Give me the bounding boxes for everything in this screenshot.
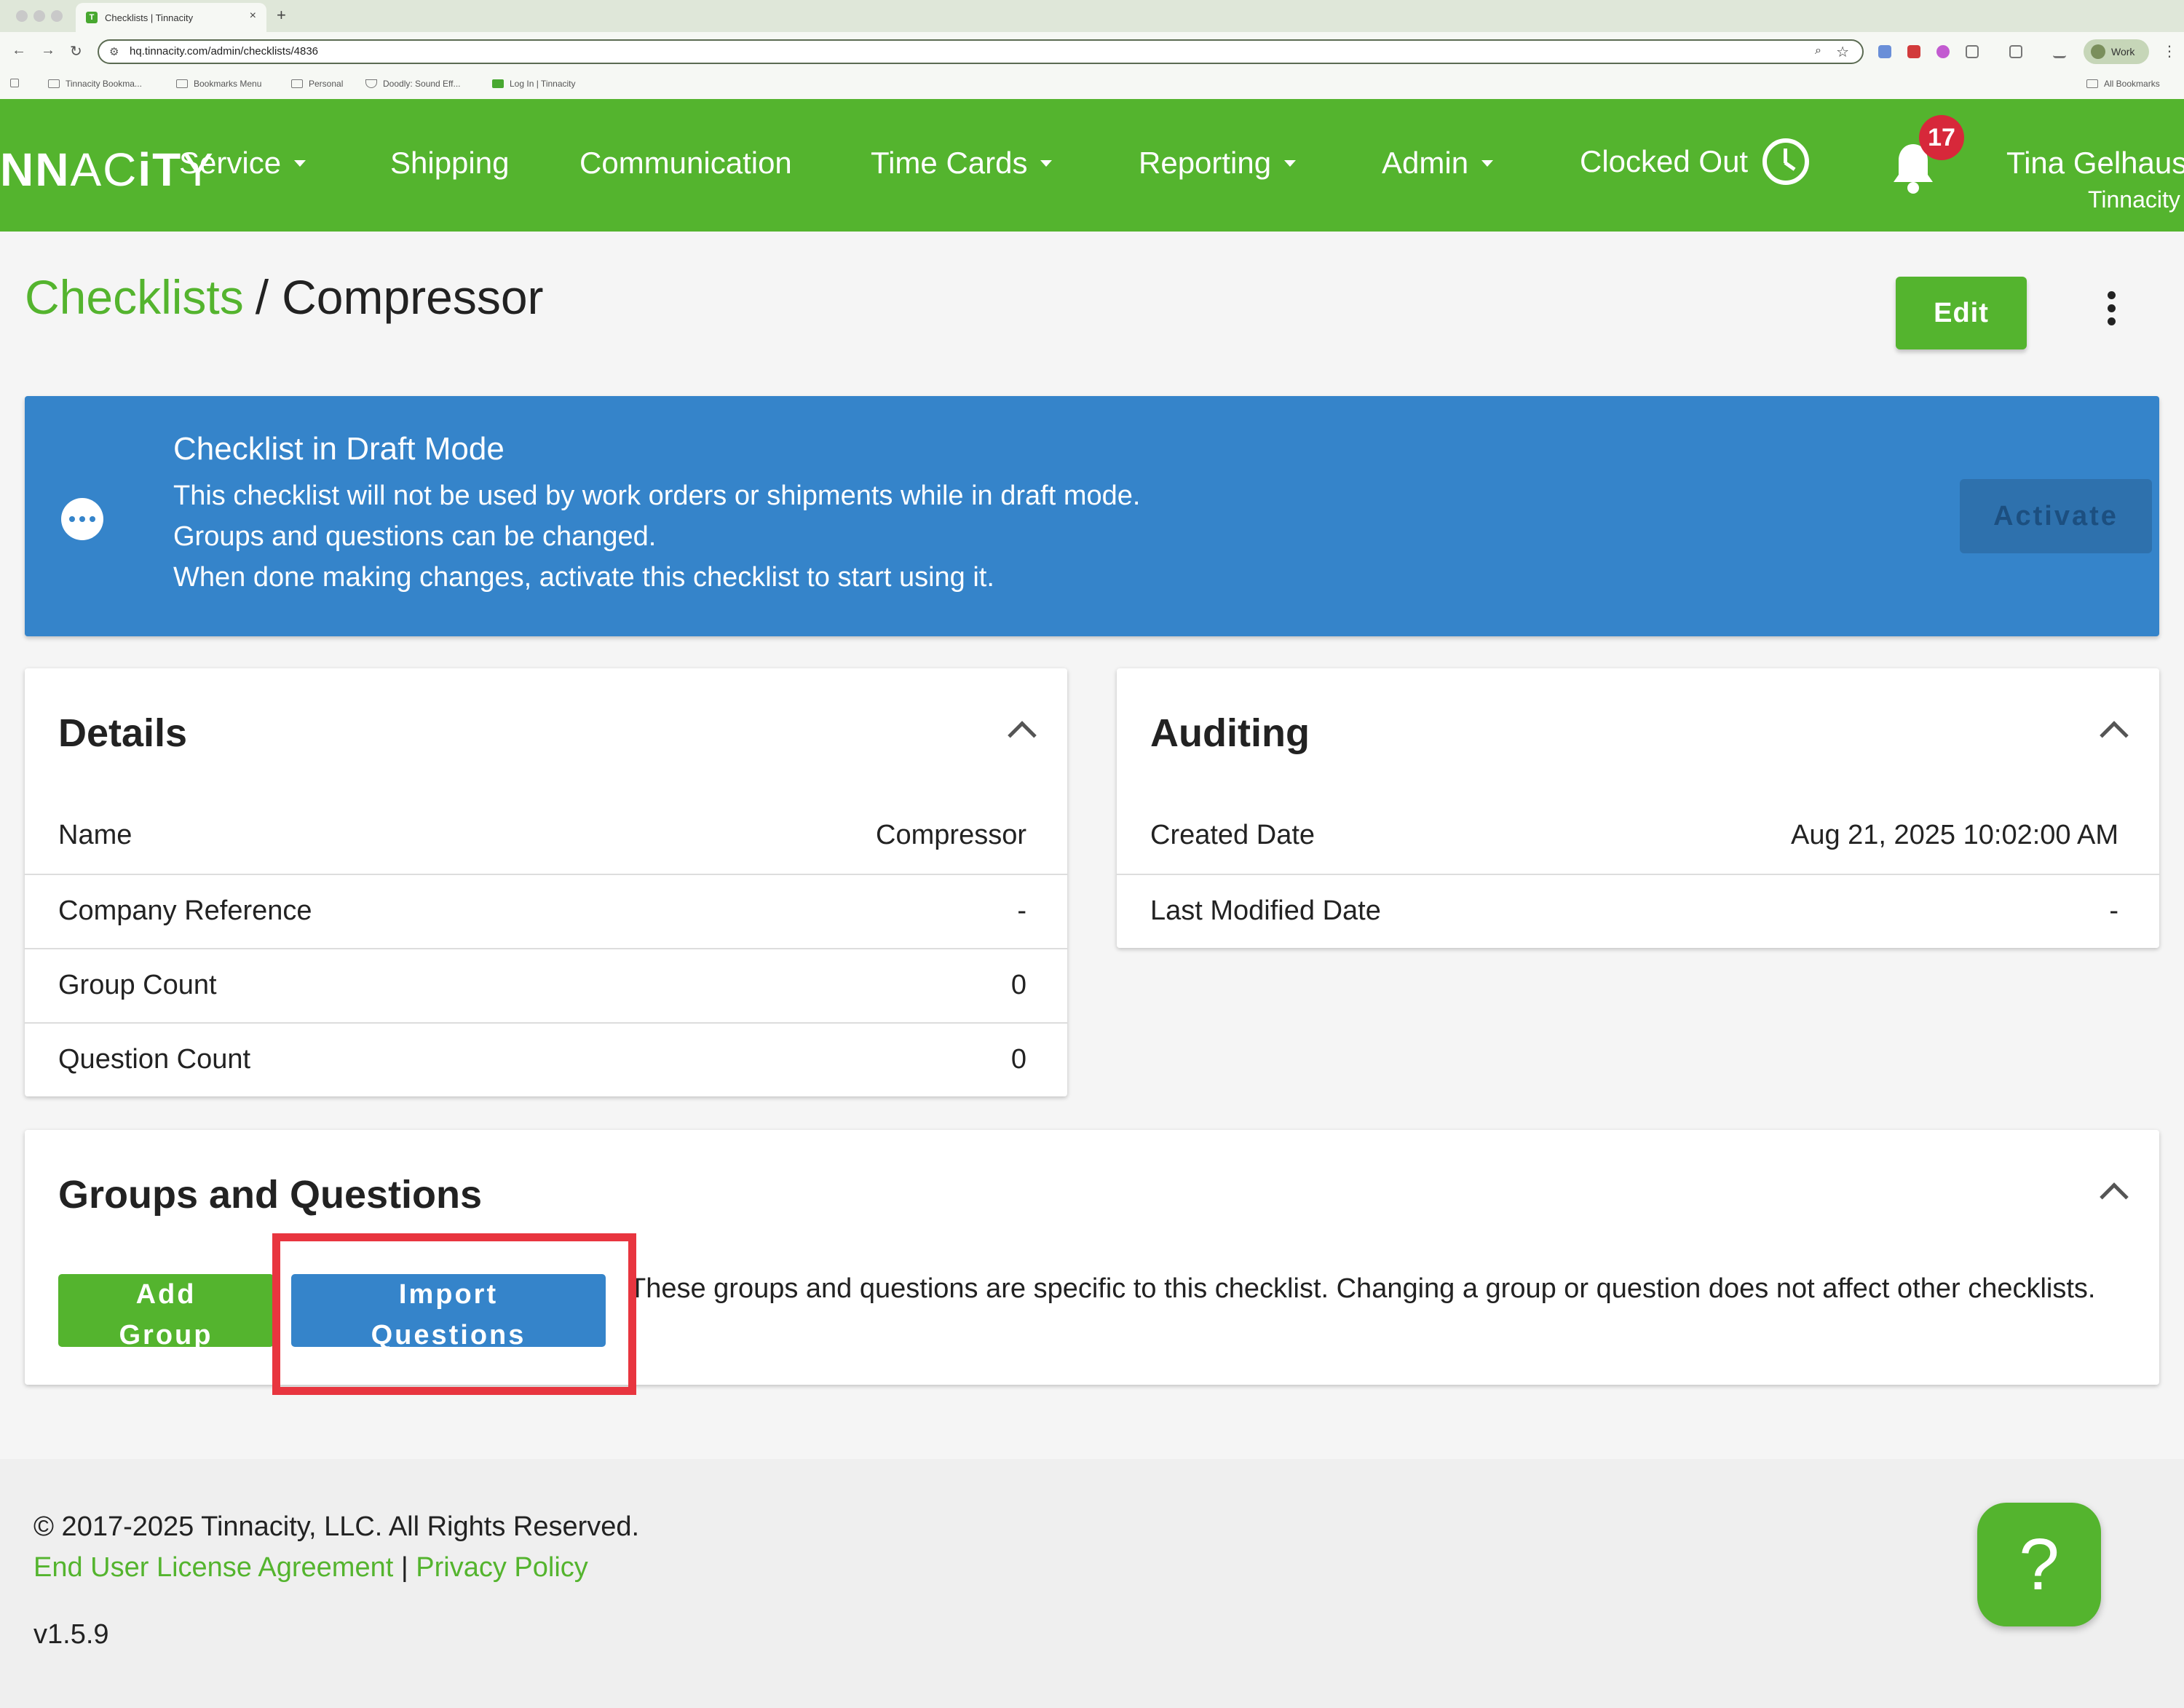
all-bookmarks[interactable]: All Bookmarks: [2086, 79, 2160, 89]
address-bar[interactable]: ⚙ hq.tinnacity.com/admin/checklists/4836…: [98, 39, 1864, 64]
audit-row-last-modified-date: Last Modified Date -: [1117, 874, 2159, 948]
folder-icon: [48, 79, 60, 88]
bookmarks-bar: Tinnacity Bookma... Bookmarks Menu Perso…: [0, 70, 2184, 99]
auditing-card: Auditing Created Date Aug 21, 2025 10:02…: [1117, 668, 2159, 948]
profile-avatar: [2091, 44, 2105, 59]
privacy-policy-link[interactable]: Privacy Policy: [416, 1552, 588, 1583]
tab-title: Checklists | Tinnacity: [105, 12, 194, 23]
window-minimize-dot[interactable]: [33, 10, 45, 22]
audit-row-created-date: Created Date Aug 21, 2025 10:02:00 AM: [1150, 820, 2118, 850]
version-text: v1.5.9: [33, 1619, 109, 1650]
legal-separator: |: [400, 1552, 408, 1583]
tinnacity-favicon-icon: T: [86, 12, 98, 23]
bookmark-folder[interactable]: Tinnacity Bookma...: [48, 79, 142, 89]
groups-questions-title: Groups and Questions: [58, 1173, 483, 1217]
bookmark-link[interactable]: Log In | Tinnacity: [492, 79, 576, 89]
download-icon[interactable]: [2053, 45, 2066, 58]
browser-tab[interactable]: T Checklists | Tinnacity ×: [76, 3, 266, 32]
legal-links: End User License Agreement | Privacy Pol…: [33, 1552, 588, 1584]
bookmark-folder[interactable]: Bookmarks Menu: [176, 79, 261, 89]
help-question-icon[interactable]: ?: [1977, 1503, 2101, 1626]
browser-toolbar: ← → ↻ ⚙ hq.tinnacity.com/admin/checklist…: [0, 32, 2184, 70]
notification-count-badge[interactable]: 17: [1919, 115, 1964, 160]
new-tab-button[interactable]: +: [277, 6, 286, 25]
auditing-title: Auditing: [1150, 711, 1310, 755]
detail-row-question-count: Question Count 0: [25, 1022, 1067, 1096]
bookmark-folder[interactable]: Personal: [291, 79, 343, 89]
extensions-puzzle-icon[interactable]: [1966, 45, 1979, 58]
extension-3-icon[interactable]: [1936, 45, 1950, 58]
folder-icon: [176, 79, 188, 88]
extension-1-icon[interactable]: [1878, 45, 1891, 58]
details-title: Details: [58, 711, 188, 755]
folder-icon: [291, 79, 303, 88]
zoom-icon[interactable]: ⌕: [1815, 44, 1821, 58]
window-close-dot[interactable]: [16, 10, 28, 22]
details-card: Details Name Compressor Company Referenc…: [25, 668, 1067, 1096]
profile-chip[interactable]: Work: [2084, 39, 2149, 64]
nav-time-cards[interactable]: Time Cards: [871, 146, 1053, 181]
folder-icon: [2086, 79, 2098, 88]
bookmark-link[interactable]: Doodly: Sound Eff...: [365, 79, 461, 89]
address-url[interactable]: hq.tinnacity.com/admin/checklists/4836: [130, 45, 318, 58]
groups-description: These groups and questions are specific …: [629, 1273, 2096, 1304]
user-company: Tinnacity: [2088, 186, 2180, 213]
back-arrow-icon[interactable]: ←: [12, 42, 26, 59]
apps-grid-icon[interactable]: [10, 79, 25, 87]
user-name[interactable]: Tina Gelhaus: [2006, 146, 2184, 181]
banner-text-line: When done making changes, activate this …: [173, 562, 994, 593]
browser-menu-icon[interactable]: ⋮: [2162, 42, 2177, 60]
caret-down-icon: [1284, 159, 1297, 167]
activate-button[interactable]: Activate: [1960, 479, 2152, 553]
collapse-chevron-up-icon[interactable]: [2100, 1182, 2129, 1211]
extension-2-icon[interactable]: [1907, 45, 1920, 58]
clock-icon: [1762, 138, 1810, 185]
page-title: Compressor: [282, 270, 544, 324]
banner-title: Checklist in Draft Mode: [173, 431, 505, 467]
nav-shipping[interactable]: Shipping: [390, 146, 509, 181]
forward-arrow-icon[interactable]: →: [41, 42, 55, 59]
clocked-out-status[interactable]: Clocked Out: [1580, 138, 1810, 185]
side-panel-icon[interactable]: [2009, 45, 2022, 58]
profile-label: Work: [2111, 46, 2135, 58]
nav-admin[interactable]: Admin: [1382, 146, 1494, 181]
detail-row-group-count: Group Count 0: [25, 948, 1067, 1022]
eula-link[interactable]: End User License Agreement: [33, 1552, 393, 1583]
more-horizontal-icon: [61, 498, 103, 540]
nav-communication[interactable]: Communication: [579, 146, 792, 181]
browser-tab-strip: T Checklists | Tinnacity × +: [0, 0, 2184, 32]
app-header: NNACiTY Service Shipping Communication T…: [0, 99, 2184, 232]
breadcrumb: Checklists / Compressor: [25, 269, 544, 325]
caret-down-icon: [1040, 159, 1053, 167]
caret-down-icon: [1481, 159, 1494, 167]
add-group-button[interactable]: Add Group: [58, 1274, 274, 1351]
reload-icon[interactable]: ↻: [70, 42, 82, 60]
edit-button[interactable]: Edit: [1896, 277, 2027, 349]
collapse-chevron-up-icon[interactable]: [1008, 721, 1037, 750]
copyright-text: © 2017-2025 Tinnacity, LLC. All Rights R…: [33, 1511, 640, 1542]
banner-text-line: This checklist will not be used by work …: [173, 481, 1141, 511]
banner-text-line: Groups and questions can be changed.: [173, 521, 657, 552]
collapse-chevron-up-icon[interactable]: [2100, 721, 2129, 750]
window-maximize-dot[interactable]: [51, 10, 63, 22]
detail-row-name: Name Compressor: [58, 820, 1026, 850]
draft-mode-banner: Checklist in Draft Mode This checklist w…: [25, 396, 2159, 636]
caret-down-icon: [294, 159, 306, 167]
more-options-icon[interactable]: [2097, 291, 2126, 335]
breadcrumb-separator: /: [255, 270, 269, 324]
breadcrumb-checklists-link[interactable]: Checklists: [25, 270, 244, 324]
page-footer: © 2017-2025 Tinnacity, LLC. All Rights R…: [0, 1459, 2184, 1708]
tab-close-icon[interactable]: ×: [250, 9, 256, 23]
triangle-icon: [365, 79, 377, 88]
nav-service[interactable]: Service: [179, 146, 306, 181]
nav-reporting[interactable]: Reporting: [1139, 146, 1297, 181]
highlight-annotation-box: [272, 1233, 636, 1395]
bookmark-star-icon[interactable]: ☆: [1836, 43, 1849, 61]
tinnacity-favicon-icon: [492, 79, 504, 88]
detail-row-company-reference: Company Reference -: [25, 874, 1067, 948]
site-settings-icon[interactable]: ⚙: [109, 45, 119, 58]
